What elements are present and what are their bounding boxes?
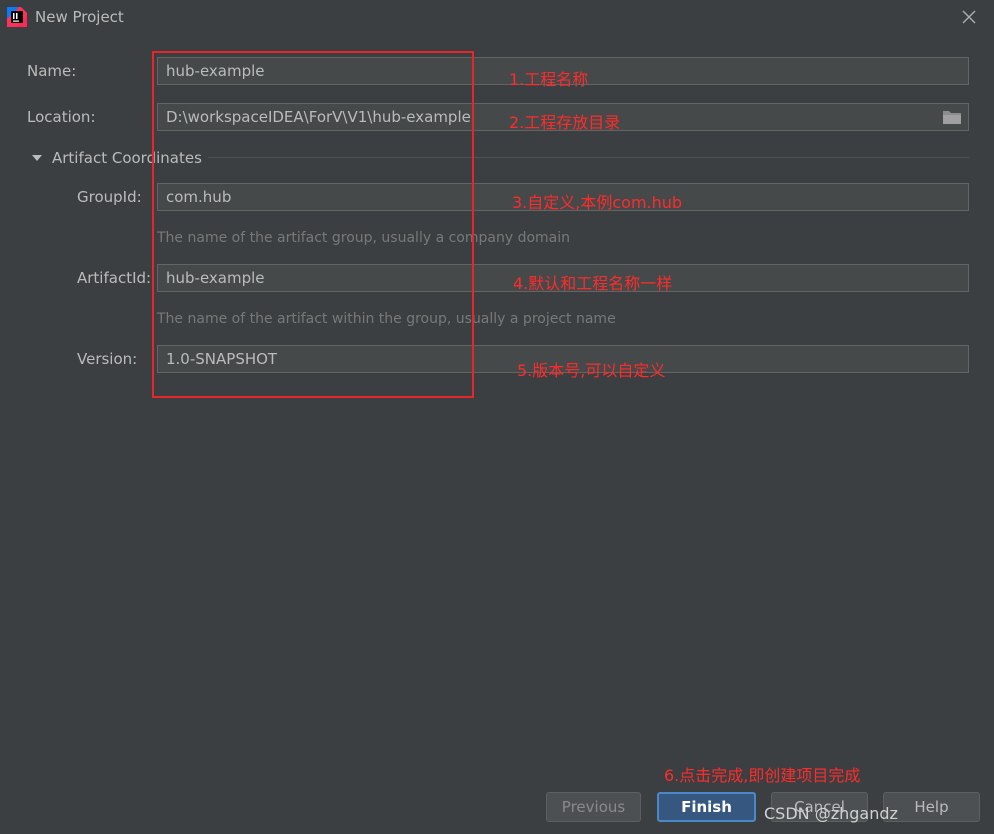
version-label: Version: <box>77 350 138 368</box>
intellij-idea-icon <box>7 7 27 27</box>
name-label: Name: <box>27 62 77 80</box>
folder-icon[interactable] <box>942 109 962 125</box>
chevron-down-icon[interactable] <box>31 153 43 163</box>
annotation-note-3: 3.自定义,本例com.hub <box>512 193 683 212</box>
finish-button[interactable]: Finish <box>657 792 756 822</box>
annotation-note-1: 1.工程名称 <box>509 70 589 89</box>
location-label: Location: <box>27 108 96 126</box>
annotation-highlight-box <box>152 51 474 398</box>
artifact-id-label: ArtifactId: <box>77 269 152 287</box>
previous-button[interactable]: Previous <box>546 792 641 822</box>
annotation-note-4: 4.默认和工程名称一样 <box>513 274 673 293</box>
csdn-watermark: CSDN @zhgandz <box>764 804 898 823</box>
annotation-note-5: 5.版本号,可以自定义 <box>517 361 666 380</box>
close-icon[interactable] <box>960 8 978 26</box>
annotation-note-6: 6.点击完成,即创建项目完成 <box>664 766 861 785</box>
window-title: New Project <box>35 8 124 26</box>
group-id-label: GroupId: <box>77 188 142 206</box>
title-bar: New Project <box>0 0 994 36</box>
annotation-note-2: 2.工程存放目录 <box>509 113 621 132</box>
